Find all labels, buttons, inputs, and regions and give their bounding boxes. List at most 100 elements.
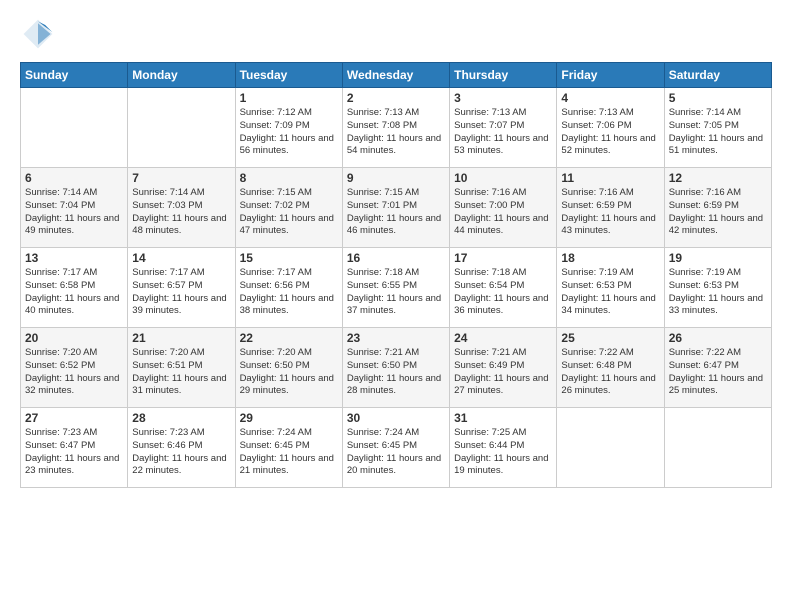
- day-number: 7: [132, 171, 230, 185]
- logo-icon: [20, 16, 56, 52]
- day-number: 27: [25, 411, 123, 425]
- weekday-header-row: SundayMondayTuesdayWednesdayThursdayFrid…: [21, 63, 772, 88]
- day-number: 30: [347, 411, 445, 425]
- calendar-cell: 18Sunrise: 7:19 AMSunset: 6:53 PMDayligh…: [557, 248, 664, 328]
- day-info: Sunrise: 7:15 AMSunset: 7:02 PMDaylight:…: [240, 187, 338, 238]
- day-info: Sunrise: 7:12 AMSunset: 7:09 PMDaylight:…: [240, 107, 338, 158]
- calendar-cell: 17 Sunrise: 7:18 AMSunset: 6:54 PMDayligh…: [450, 248, 557, 328]
- calendar-cell: 20Sunrise: 7:20 AMSunset: 6:52 PMDayligh…: [21, 328, 128, 408]
- calendar-cell: 29 Sunrise: 7:24 AMSunset: 6:45 PMDayligh…: [235, 408, 342, 488]
- day-number: 21: [132, 331, 230, 345]
- day-info: Sunrise: 7:16 AMSunset: 6:59 PMDaylight:…: [561, 187, 659, 238]
- calendar-week-4: 20Sunrise: 7:20 AMSunset: 6:52 PMDayligh…: [21, 328, 772, 408]
- day-number: 29: [240, 411, 338, 425]
- day-info: Sunrise: 7:24 AMSunset: 6:45 PMDaylight:…: [240, 427, 338, 478]
- calendar-week-1: 1 Sunrise: 7:12 AMSunset: 7:09 PMDaylight…: [21, 88, 772, 168]
- day-number: 18: [561, 251, 659, 265]
- calendar-cell: 23 Sunrise: 7:21 AMSunset: 6:50 PMDayligh…: [342, 328, 449, 408]
- weekday-sunday: Sunday: [21, 63, 128, 88]
- day-info: Sunrise: 7:15 AMSunset: 7:01 PMDaylight:…: [347, 187, 445, 238]
- calendar-cell: 16Sunrise: 7:18 AMSunset: 6:55 PMDayligh…: [342, 248, 449, 328]
- calendar-cell: 1 Sunrise: 7:12 AMSunset: 7:09 PMDaylight…: [235, 88, 342, 168]
- calendar-cell: 6 Sunrise: 7:14 AMSunset: 7:04 PMDaylight…: [21, 168, 128, 248]
- weekday-tuesday: Tuesday: [235, 63, 342, 88]
- day-number: 4: [561, 91, 659, 105]
- calendar-cell: 8 Sunrise: 7:15 AMSunset: 7:02 PMDaylight…: [235, 168, 342, 248]
- day-info: Sunrise: 7:20 AMSunset: 6:50 PMDaylight:…: [240, 347, 338, 398]
- calendar-cell: 2 Sunrise: 7:13 AMSunset: 7:08 PMDaylight…: [342, 88, 449, 168]
- calendar-cell: 13Sunrise: 7:17 AMSunset: 6:58 PMDayligh…: [21, 248, 128, 328]
- calendar-cell: [557, 408, 664, 488]
- weekday-saturday: Saturday: [664, 63, 771, 88]
- calendar-cell: [664, 408, 771, 488]
- day-number: 13: [25, 251, 123, 265]
- day-info: Sunrise: 7:23 AMSunset: 6:47 PMDaylight:…: [25, 427, 123, 478]
- day-info: Sunrise: 7:20 AMSunset: 6:51 PMDaylight:…: [132, 347, 230, 398]
- calendar-cell: 9 Sunrise: 7:15 AMSunset: 7:01 PMDaylight…: [342, 168, 449, 248]
- day-number: 12: [669, 171, 767, 185]
- calendar-week-3: 13Sunrise: 7:17 AMSunset: 6:58 PMDayligh…: [21, 248, 772, 328]
- day-number: 8: [240, 171, 338, 185]
- calendar-cell: 12 Sunrise: 7:16 AMSunset: 6:59 PMDayligh…: [664, 168, 771, 248]
- day-number: 31: [454, 411, 552, 425]
- day-number: 24: [454, 331, 552, 345]
- day-number: 14: [132, 251, 230, 265]
- calendar-cell: 24 Sunrise: 7:21 AMSunset: 6:49 PMDayligh…: [450, 328, 557, 408]
- calendar-cell: 5Sunrise: 7:14 AMSunset: 7:05 PMDaylight…: [664, 88, 771, 168]
- calendar-cell: 14Sunrise: 7:17 AMSunset: 6:57 PMDayligh…: [128, 248, 235, 328]
- day-info: Sunrise: 7:14 AMSunset: 7:04 PMDaylight:…: [25, 187, 123, 238]
- day-info: Sunrise: 7:21 AMSunset: 6:49 PMDaylight:…: [454, 347, 552, 398]
- weekday-friday: Friday: [557, 63, 664, 88]
- day-info: Sunrise: 7:13 AMSunset: 7:07 PMDaylight:…: [454, 107, 552, 158]
- day-number: 2: [347, 91, 445, 105]
- page: SundayMondayTuesdayWednesdayThursdayFrid…: [0, 0, 792, 498]
- day-number: 25: [561, 331, 659, 345]
- day-number: 23: [347, 331, 445, 345]
- weekday-thursday: Thursday: [450, 63, 557, 88]
- day-info: Sunrise: 7:21 AMSunset: 6:50 PMDaylight:…: [347, 347, 445, 398]
- calendar-cell: 15Sunrise: 7:17 AMSunset: 6:56 PMDayligh…: [235, 248, 342, 328]
- logo: [20, 16, 62, 52]
- day-info: Sunrise: 7:25 AMSunset: 6:44 PMDaylight:…: [454, 427, 552, 478]
- day-info: Sunrise: 7:14 AMSunset: 7:05 PMDaylight:…: [669, 107, 767, 158]
- day-info: Sunrise: 7:13 AMSunset: 7:08 PMDaylight:…: [347, 107, 445, 158]
- day-info: Sunrise: 7:20 AMSunset: 6:52 PMDaylight:…: [25, 347, 123, 398]
- calendar-cell: [21, 88, 128, 168]
- day-info: Sunrise: 7:22 AMSunset: 6:48 PMDaylight:…: [561, 347, 659, 398]
- calendar-cell: 27 Sunrise: 7:23 AMSunset: 6:47 PMDayligh…: [21, 408, 128, 488]
- day-number: 1: [240, 91, 338, 105]
- calendar-cell: 10 Sunrise: 7:16 AMSunset: 7:00 PMDayligh…: [450, 168, 557, 248]
- calendar-cell: 28Sunrise: 7:23 AMSunset: 6:46 PMDayligh…: [128, 408, 235, 488]
- calendar-cell: 21 Sunrise: 7:20 AMSunset: 6:51 PMDayligh…: [128, 328, 235, 408]
- header: [20, 16, 772, 52]
- calendar-cell: 31 Sunrise: 7:25 AMSunset: 6:44 PMDayligh…: [450, 408, 557, 488]
- day-number: 9: [347, 171, 445, 185]
- day-number: 17: [454, 251, 552, 265]
- day-number: 19: [669, 251, 767, 265]
- calendar-week-5: 27 Sunrise: 7:23 AMSunset: 6:47 PMDayligh…: [21, 408, 772, 488]
- calendar-cell: 3 Sunrise: 7:13 AMSunset: 7:07 PMDaylight…: [450, 88, 557, 168]
- day-info: Sunrise: 7:22 AMSunset: 6:47 PMDaylight:…: [669, 347, 767, 398]
- day-info: Sunrise: 7:18 AMSunset: 6:54 PMDaylight:…: [454, 267, 552, 318]
- calendar-cell: 25 Sunrise: 7:22 AMSunset: 6:48 PMDayligh…: [557, 328, 664, 408]
- day-info: Sunrise: 7:16 AMSunset: 7:00 PMDaylight:…: [454, 187, 552, 238]
- calendar-cell: 11 Sunrise: 7:16 AMSunset: 6:59 PMDayligh…: [557, 168, 664, 248]
- calendar-week-2: 6 Sunrise: 7:14 AMSunset: 7:04 PMDaylight…: [21, 168, 772, 248]
- calendar-cell: 26 Sunrise: 7:22 AMSunset: 6:47 PMDayligh…: [664, 328, 771, 408]
- day-info: Sunrise: 7:14 AMSunset: 7:03 PMDaylight:…: [132, 187, 230, 238]
- day-info: Sunrise: 7:13 AMSunset: 7:06 PMDaylight:…: [561, 107, 659, 158]
- day-number: 10: [454, 171, 552, 185]
- day-number: 11: [561, 171, 659, 185]
- calendar-table: SundayMondayTuesdayWednesdayThursdayFrid…: [20, 62, 772, 488]
- calendar-cell: [128, 88, 235, 168]
- day-number: 16: [347, 251, 445, 265]
- calendar-cell: 19Sunrise: 7:19 AMSunset: 6:53 PMDayligh…: [664, 248, 771, 328]
- day-number: 22: [240, 331, 338, 345]
- day-number: 26: [669, 331, 767, 345]
- day-info: Sunrise: 7:16 AMSunset: 6:59 PMDaylight:…: [669, 187, 767, 238]
- weekday-wednesday: Wednesday: [342, 63, 449, 88]
- day-info: Sunrise: 7:17 AMSunset: 6:56 PMDaylight:…: [240, 267, 338, 318]
- weekday-monday: Monday: [128, 63, 235, 88]
- day-number: 3: [454, 91, 552, 105]
- day-number: 6: [25, 171, 123, 185]
